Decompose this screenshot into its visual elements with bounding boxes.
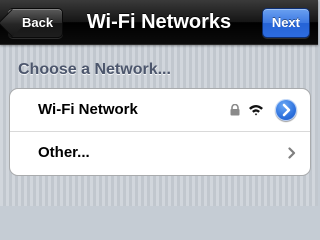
section-header: Choose a Network... <box>18 61 171 78</box>
network-list: Wi-Fi Network Other... <box>9 88 311 176</box>
network-name: Wi-Fi Network <box>38 101 138 118</box>
wifi-icon <box>249 105 263 116</box>
next-button[interactable]: Next <box>261 8 310 38</box>
chevron-right-icon <box>288 147 296 159</box>
network-row-wifi-network[interactable]: Wi-Fi Network <box>10 89 310 131</box>
other-network-label: Other... <box>38 144 90 161</box>
back-button-label: Back <box>22 15 54 30</box>
back-button[interactable]: Back <box>0 8 64 38</box>
lock-icon <box>230 104 240 116</box>
navigation-bar: Back Wi-Fi Networks Next <box>0 0 318 45</box>
network-row-other[interactable]: Other... <box>10 131 310 174</box>
page-title: Wi-Fi Networks <box>86 11 232 33</box>
detail-disclosure-icon[interactable] <box>275 99 297 121</box>
